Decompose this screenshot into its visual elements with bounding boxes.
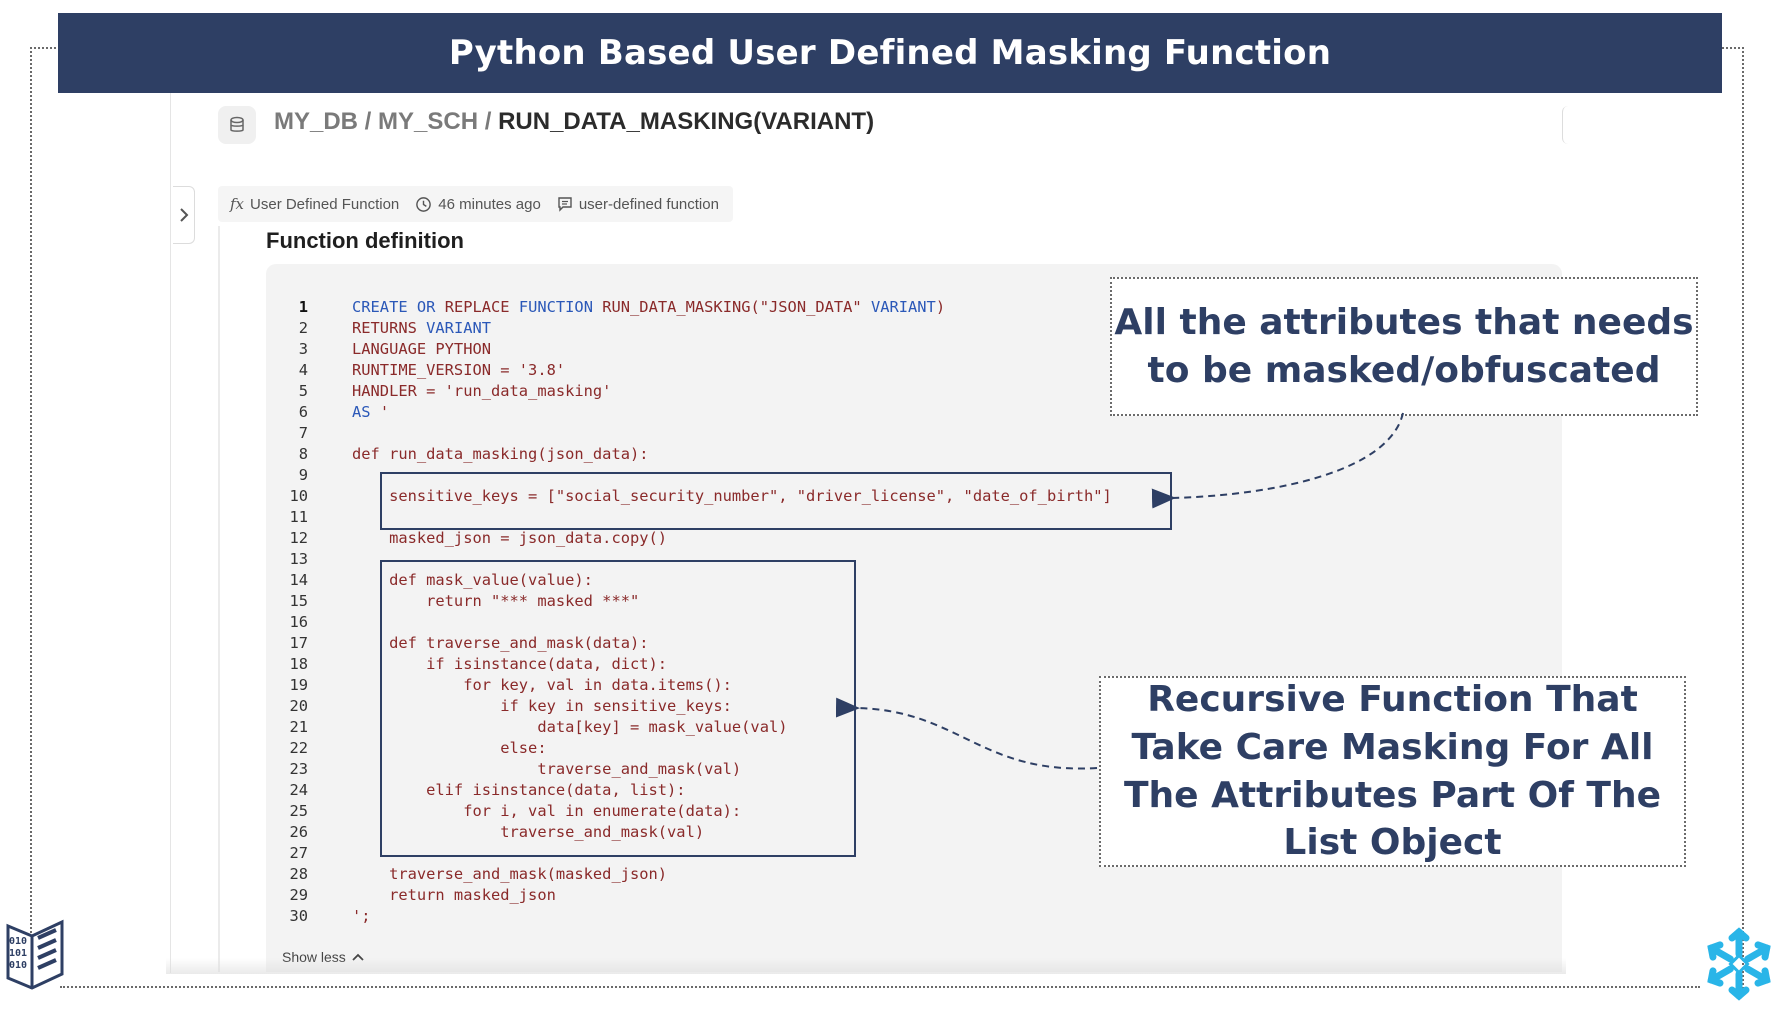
svg-text:010: 010 — [9, 960, 27, 971]
snowflake-logo — [1707, 927, 1771, 1001]
arrow-top — [1151, 412, 1404, 509]
svg-text:010: 010 — [9, 936, 27, 947]
svg-text:101: 101 — [9, 948, 27, 959]
binary-book-logo: 010 101 010 — [6, 919, 64, 990]
arrow-bottom — [835, 697, 1098, 770]
callout-arrows — [835, 412, 1404, 770]
